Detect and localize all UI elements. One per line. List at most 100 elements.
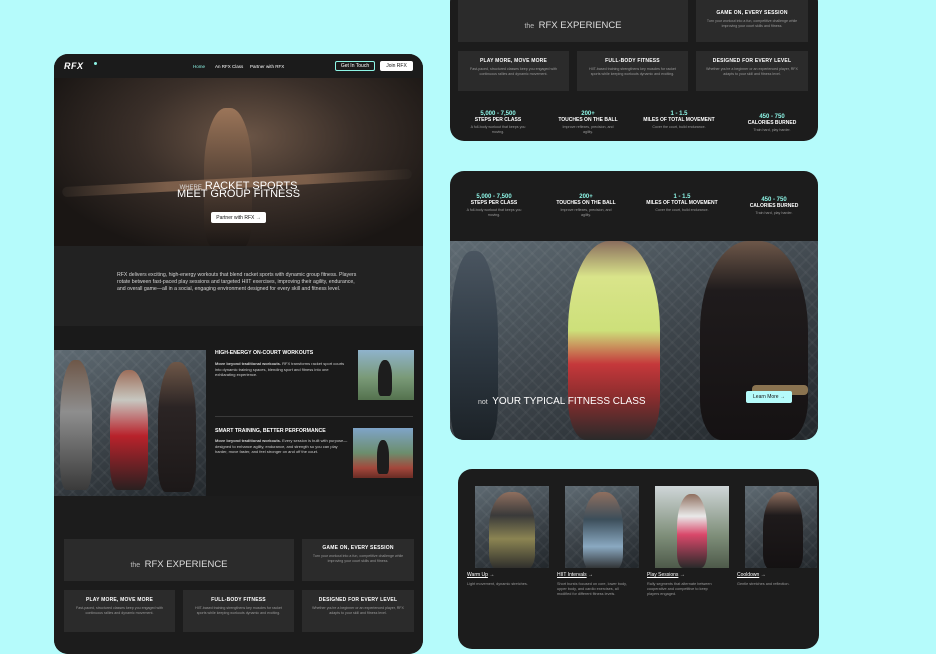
experience-title-right: RFX EXPERIENCE [538,20,622,31]
warm-up-image [475,486,549,568]
experience-heading-right: the RFX EXPERIENCE [458,15,688,33]
experience-tile-2-desc-right: HIIT-based training strengthens key musc… [589,67,676,76]
join-button[interactable]: Join RFX [380,61,413,71]
stat-touches-label-top: TOUCHES ON THE BALL [558,117,618,123]
stat-steps-desc: A full-body workout that keeps you movin… [466,208,522,217]
experience-tile-1: PLAY MORE, MOVE MORE Fast-paced, structu… [64,590,175,632]
stat-steps: 5,000 - 7,500 STEPS PER CLASS A full-bod… [454,194,534,218]
stat-steps-label: STEPS PER CLASS [470,200,518,206]
experience-tile-0-title-right: GAME ON, EVERY SESSION [716,10,788,16]
banner-athlete-right [700,241,808,440]
experience-tile-2-title-right: FULL-BODY FITNESS [605,58,660,64]
experience-tile-1-desc: Fast-paced, structured classes keep you … [76,606,163,615]
warm-up-label: Warm Up [467,572,488,578]
get-in-touch-button[interactable]: Get In Touch [335,61,375,71]
play-sessions-link[interactable]: Play Sessions → [647,572,685,578]
banner-athlete-yellow [568,241,660,440]
stat-miles: 1 - 1.5 MILES OF TOTAL MOVEMENT Cover th… [640,194,724,213]
stat-miles-desc-top: Cover the court, build endurance. [652,125,706,129]
intro-text: RFX delivers exciting, high-energy worko… [117,272,357,292]
cooldown-desc: Gentle stretches and reflection. [737,582,790,586]
warm-up-link[interactable]: Warm Up → [467,572,494,578]
experience-tile-1-right: PLAY MORE, MOVE MORE Fast-paced, structu… [458,51,569,91]
stat-calories-label: CALORIES BURNED [749,203,799,209]
athlete-left-figure [60,360,92,490]
experience-tile-3-desc-right: Whether you're a beginner or an experien… [706,67,798,76]
arrow-right-icon: → [760,572,766,578]
homepage-preview: RFX Home An RFX Class Partner with RFX G… [54,54,423,654]
experience-tile-2-title: FULL-BODY FITNESS [211,597,266,603]
stat-touches-top: 200+ TOUCHES ON THE BALL Improve reflexe… [548,111,628,135]
experience-prefix-right: the [524,23,535,30]
banner-image: not YOUR TYPICAL FITNESS CLASS Learn Mor… [450,241,818,440]
play-sessions-figure [677,494,707,568]
features-section: HIGH-ENERGY ON-COURT WORKOUTS Move beyon… [54,326,423,500]
tennis-player-figure [378,360,392,396]
warm-up-figure [489,492,535,568]
logo-dot-icon [94,62,97,65]
stat-touches-label: TOUCHES ON THE BALL [556,200,616,206]
play-sessions-desc: Rally segments that alternate between co… [647,582,712,596]
nav-item-class[interactable]: An RFX Class [215,64,243,69]
experience-tile-2: FULL-BODY FITNESS HIIT-based training st… [183,590,294,632]
experience-tile-0-desc: Turn your workout into a fun, competitiv… [312,554,404,563]
arrow-right-icon: → [679,572,685,578]
stat-miles-desc: Cover the court, build endurance. [655,208,709,212]
arrow-right-icon: → [588,572,594,578]
experience-stats-preview: the RFX EXPERIENCE GAME ON, EVERY SESSIO… [450,0,818,141]
play-sessions-label: Play Sessions [647,572,679,578]
feature-1-bold: Move beyond traditional workouts. [215,361,282,366]
banner-heading: not YOUR TYPICAL FITNESS CLASS [478,391,646,409]
hero-image: WHERE RACKET SPORTS MEET GROUP FITNESS Pa… [54,78,423,246]
stat-calories-desc-top: Train hard, play harder. [753,128,791,132]
logo[interactable]: RFX [64,61,84,71]
court-player-figure [377,440,389,474]
feature-2-bold: Move beyond traditional workouts. [215,438,282,443]
learn-more-button[interactable]: Learn More → [746,391,792,403]
experience-tile-3: DESIGNED FOR EVERY LEVEL Whether you're … [302,590,414,632]
experience-prefix: the [130,562,141,569]
experience-tile-0-right: GAME ON, EVERY SESSION Turn your workout… [696,0,808,42]
hiit-desc: Short bursts focused on core, lower body… [557,582,627,596]
stat-calories-desc: Train hard, play harder. [755,211,793,215]
experience-tile-3-desc: Whether you're a beginner or an experien… [312,606,404,615]
athlete-red-figure [110,370,148,490]
experience-title-tile: the RFX EXPERIENCE [64,539,294,581]
stat-calories-label-top: CALORIES BURNED [747,120,797,126]
experience-tile-3-right: DESIGNED FOR EVERY LEVEL Whether you're … [696,51,808,91]
feature-2-title: SMART TRAINING, BETTER PERFORMANCE [215,428,326,434]
experience-title-tile-right: the RFX EXPERIENCE [458,0,688,42]
stat-steps-label-top: STEPS PER CLASS [474,117,522,123]
arrow-right-icon: → [779,394,785,400]
warm-up-desc: Light movement, dynamic stretches. [467,582,528,586]
stat-steps-top: 5,000 - 7,500 STEPS PER CLASS A full-bod… [458,111,538,135]
experience-title: RFX EXPERIENCE [144,559,228,570]
stat-miles-label: MILES OF TOTAL MOVEMENT [646,200,718,206]
arrow-right-icon: → [489,572,495,578]
feature-1-image [358,350,414,400]
experience-tile-1-title-right: PLAY MORE, MOVE MORE [479,58,548,64]
stat-touches-desc-top: Improve reflexes, precision, and agility… [562,125,614,134]
nav-item-home[interactable]: Home [193,64,205,69]
navbar: RFX Home An RFX Class Partner with RFX G… [54,54,423,78]
experience-tile-0-desc-right: Turn your workout into a fun, competitiv… [706,19,798,28]
banner-title: YOUR TYPICAL FITNESS CLASS [492,396,646,407]
hero-partner-button[interactable]: Partner with RFX → [211,212,266,223]
stat-touches: 200+ TOUCHES ON THE BALL Improve reflexe… [546,194,626,218]
stat-calories: 450 - 750 CALORIES BURNED Train hard, pl… [734,197,814,216]
hiit-link[interactable]: HIIT Intervals → [557,572,593,578]
experience-tile-1-title: PLAY MORE, MOVE MORE [85,597,154,603]
feature-2-text: Move beyond traditional workouts. Every … [215,438,350,455]
cooldown-link[interactable]: Cooldown → [737,572,766,578]
hiit-image [565,486,639,568]
experience-tile-3-title-right: DESIGNED FOR EVERY LEVEL [712,58,792,64]
experience-heading: the RFX EXPERIENCE [64,554,294,572]
stat-calories-top: 450 - 750 CALORIES BURNED Train hard, pl… [732,114,812,133]
features-image [54,350,206,500]
experience-tile-1-desc-right: Fast-paced, structured classes keep you … [470,67,557,76]
cooldown-image [745,486,817,568]
arrow-right-icon: → [255,214,261,221]
banner-athlete-left [450,251,498,440]
nav-item-partner[interactable]: Partner with RFX [250,64,284,69]
stats-banner-preview: 5,000 - 7,500 STEPS PER CLASS A full-bod… [450,171,818,440]
